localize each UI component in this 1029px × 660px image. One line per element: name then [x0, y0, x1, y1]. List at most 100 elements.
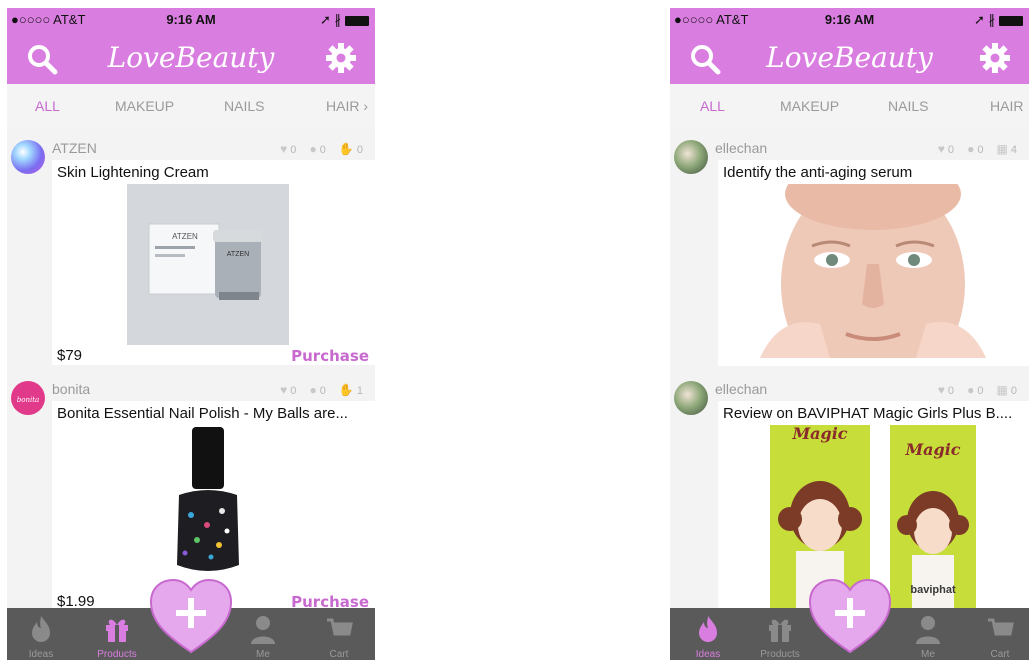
comment-icon: ●	[309, 383, 317, 397]
comments-stat[interactable]: ● 0	[309, 383, 325, 397]
likes-count: 0	[290, 144, 297, 156]
tab-me[interactable]: Me	[233, 608, 293, 660]
likes-stat[interactable]: ♥ 0	[280, 142, 297, 156]
tries-stat[interactable]: ✋ 1	[338, 383, 363, 397]
comments-count: 0	[977, 144, 984, 156]
battery-icon: ➚ ∦	[974, 12, 1023, 28]
svg-text:baviphat: baviphat	[910, 584, 956, 596]
username[interactable]: ATZEN	[52, 140, 97, 156]
idea-image[interactable]	[720, 184, 1026, 358]
tab-all[interactable]: ALL	[35, 98, 60, 114]
grid-icon: ▦	[996, 383, 1008, 397]
tab-hair[interactable]: HAIR	[990, 98, 1023, 114]
status-bar: ●○○○○ AT&T 9:16 AM ➚ ∦	[670, 8, 1029, 30]
purchase-button[interactable]: Purchase	[291, 347, 369, 365]
tab-makeup[interactable]: MAKEUP	[780, 98, 839, 114]
nav-bar: LoveBeauty	[7, 30, 375, 84]
tab-makeup[interactable]: MAKEUP	[115, 98, 174, 114]
person-icon	[251, 616, 275, 644]
tab-label: Me	[921, 649, 935, 660]
product-card[interactable]: ATZEN ♥ 0 ● 0 ✋ 0 Skin Lightening Cream ATZ…	[7, 132, 375, 367]
saves-stat[interactable]: ▦ 4	[996, 142, 1017, 156]
card-body: Identify the anti-aging serum	[718, 160, 1029, 366]
product-image[interactable]	[127, 425, 289, 586]
post-title[interactable]: Bonita Essential Nail Polish - My Balls …	[57, 405, 367, 422]
svg-text:bonita: bonita	[17, 396, 39, 404]
post-title[interactable]: Skin Lightening Cream	[57, 164, 367, 181]
comments-stat[interactable]: ● 0	[967, 383, 984, 397]
gift-icon	[769, 619, 791, 642]
comments-stat[interactable]: ● 0	[967, 142, 984, 156]
grid-icon: ▦	[996, 142, 1008, 156]
comments-stat[interactable]: ● 0	[309, 142, 326, 156]
app-title: LoveBeauty	[107, 41, 275, 74]
saves-count: 4	[1010, 144, 1017, 156]
category-tabs: ALL MAKEUP NAILS HAIR ›	[7, 84, 375, 128]
flame-icon	[699, 616, 717, 642]
username[interactable]: ellechan	[715, 381, 767, 397]
tab-label: Products	[760, 649, 800, 660]
post-stats: ♥ 0 ● 0 ✋ 0	[270, 142, 363, 156]
hand-icon: ✋	[338, 383, 354, 397]
likes-count: 0	[290, 385, 297, 397]
tries-count: 0	[356, 144, 363, 156]
comment-icon: ●	[967, 383, 975, 397]
tab-all[interactable]: ALL	[700, 98, 725, 114]
tab-nails[interactable]: NAILS	[888, 98, 928, 114]
tab-nails[interactable]: NAILS	[224, 98, 264, 114]
status-bar: ●○○○○ AT&T 9:16 AM ➚ ∦	[7, 8, 375, 30]
tab-products[interactable]: Products	[750, 608, 810, 660]
comments-count: 0	[319, 144, 326, 156]
gift-icon	[106, 619, 128, 642]
avatar[interactable]	[11, 140, 45, 174]
gear-icon[interactable]	[325, 42, 357, 74]
flame-icon	[32, 616, 50, 642]
tab-ideas[interactable]: Ideas	[11, 608, 71, 660]
product-image[interactable]: ATZEN ATZEN	[127, 184, 289, 345]
phone-screen-ideas: ●○○○○ AT&T 9:16 AM ➚ ∦ LoveBeauty ALL MA…	[670, 8, 1029, 660]
heart-icon: ♥	[280, 142, 288, 156]
tab-label: Cart	[329, 649, 349, 660]
heart-icon: ♥	[280, 383, 288, 397]
likes-count: 0	[947, 385, 955, 397]
tab-hair[interactable]: HAIR ›	[326, 98, 368, 114]
svg-text:Magic: Magic	[791, 425, 847, 443]
tab-me[interactable]: Me	[898, 608, 958, 660]
cart-icon	[327, 618, 353, 636]
post-stats: ♥ 0 ● 0 ✋ 1	[270, 383, 363, 397]
person-icon	[916, 616, 940, 644]
hand-icon: ✋	[338, 142, 354, 156]
tries-stat[interactable]: ✋ 0	[338, 142, 363, 156]
likes-stat[interactable]: ♥ 0	[938, 142, 954, 156]
likes-stat[interactable]: ♥ 0	[280, 383, 297, 397]
tab-cart[interactable]: Cart	[970, 608, 1029, 660]
heart-icon: ♥	[937, 383, 945, 397]
tab-products[interactable]: Products	[87, 608, 147, 660]
likes-stat[interactable]: ♥ 0	[937, 383, 955, 397]
idea-card[interactable]: ellechan ♥ 0 ● 0 ▦ 0 Review on BAVIPHAT Mag…	[670, 373, 1029, 613]
card-body: Skin Lightening Cream ATZEN ATZEN $79 Pu…	[52, 160, 375, 365]
nav-bar: LoveBeauty	[670, 30, 1029, 84]
add-post-heart-button[interactable]	[149, 578, 233, 654]
phone-screen-products: ●○○○○ AT&T 9:16 AM ➚ ∦ LoveBeauty ALL MA…	[7, 8, 375, 660]
tab-cart[interactable]: Cart	[309, 608, 369, 660]
tab-label: Ideas	[695, 649, 721, 660]
comments-count: 0	[977, 385, 984, 397]
post-stats: ♥ 0 ● 0 ▦ 4	[928, 142, 1017, 156]
saves-stat[interactable]: ▦ 0	[996, 383, 1017, 397]
post-title[interactable]: Review on BAVIPHAT Magic Girls Plus B...…	[723, 405, 1029, 422]
username[interactable]: ellechan	[715, 140, 767, 156]
saves-count: 0	[1010, 385, 1017, 397]
gear-icon[interactable]	[979, 42, 1011, 74]
avatar[interactable]	[674, 381, 708, 415]
cart-icon	[988, 618, 1014, 636]
avatar[interactable]: bonita	[11, 381, 45, 415]
product-card[interactable]: bonita bonita ♥ 0 ● 0 ✋ 1 Bonita Essential …	[7, 373, 375, 613]
add-post-heart-button[interactable]	[808, 578, 892, 654]
tab-ideas[interactable]: Ideas	[678, 608, 738, 660]
idea-card[interactable]: ellechan ♥ 0 ● 0 ▦ 4 Identify the anti-agin…	[670, 132, 1029, 367]
avatar[interactable]	[674, 140, 708, 174]
post-title[interactable]: Identify the anti-aging serum	[723, 164, 1029, 181]
category-tabs: ALL MAKEUP NAILS HAIR	[670, 84, 1029, 128]
username[interactable]: bonita	[52, 381, 90, 397]
